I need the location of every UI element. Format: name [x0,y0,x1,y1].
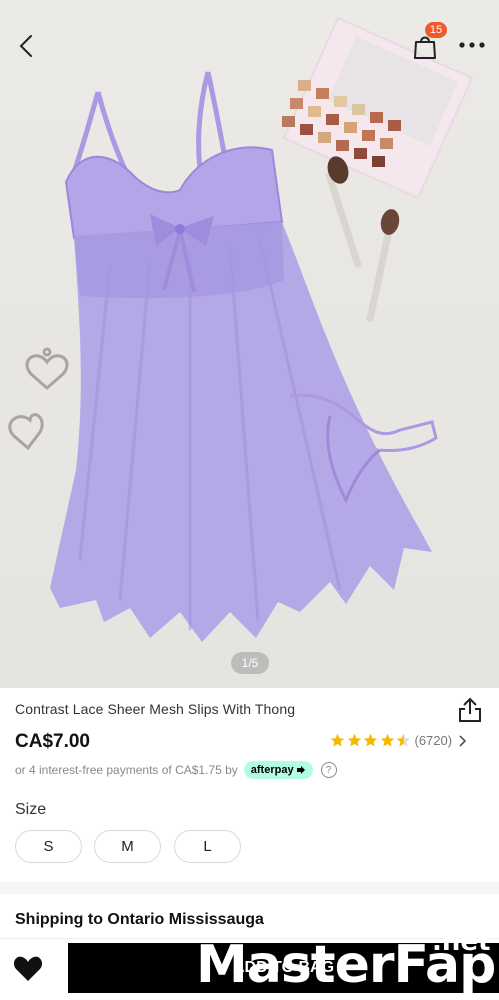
chevron-right-icon [459,734,467,747]
installments-info: or 4 interest-free payments of CA$1.75 b… [15,761,337,779]
bag-count-badge: 15 [425,22,447,38]
size-option-m[interactable]: M [94,830,161,863]
image-pager-indicator: 1/5 [231,652,269,674]
size-label: Size [15,801,47,818]
more-dots-icon [459,42,485,48]
more-options-button[interactable] [454,30,490,60]
help-icon[interactable]: ? [320,762,337,778]
star-icon [363,733,378,747]
chevron-left-icon [19,35,32,57]
product-rating[interactable]: (6720) [330,733,467,748]
back-button[interactable] [8,28,44,64]
star-icon [380,733,394,747]
product-image-gallery[interactable]: 15 1/5 [0,0,499,688]
heart-icon [13,956,43,981]
product-title: Contrast Lace Sheer Mesh Slips With Thon… [15,701,296,717]
size-option-l[interactable]: L [174,830,241,863]
shipping-title[interactable]: Shipping to Ontario Mississauga [15,911,264,929]
rating-count: (6720) [414,733,453,748]
section-divider [0,882,499,894]
star-icon [347,733,361,747]
share-button[interactable] [457,696,483,724]
afterpay-badge[interactable]: afterpay [243,761,313,779]
heart-charms-illustration [8,347,69,451]
share-icon [459,697,481,722]
wishlist-button[interactable] [13,955,49,985]
product-price: CA$7.00 [15,731,90,752]
rating-stars [330,733,413,748]
afterpay-label: afterpay [250,764,294,776]
star-icon [396,733,411,747]
add-to-bag-button[interactable]: ADD TO BAG [68,943,499,993]
installments-text: or 4 interest-free payments of CA$1.75 b… [15,763,238,777]
eyeshadow-palette-illustration [282,16,474,200]
star-icon [330,733,345,747]
product-photo [8,16,474,642]
size-option-s[interactable]: S [15,830,82,863]
afterpay-arrows-icon [296,766,305,774]
